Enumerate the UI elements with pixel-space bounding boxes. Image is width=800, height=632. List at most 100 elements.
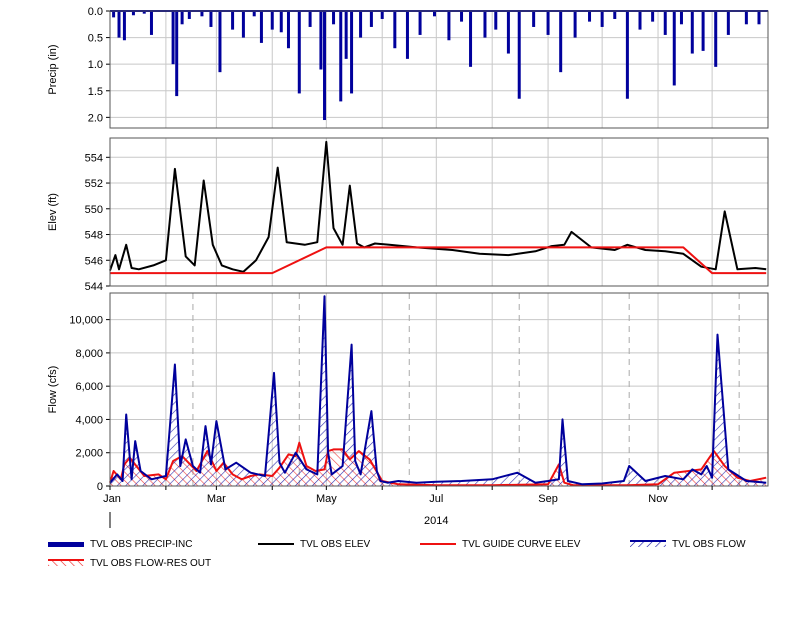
legend-swatch-guide-curve [420,543,456,545]
y-tick-label: 1.0 [88,59,103,71]
legend-item-precip: TVL OBS PRECIP-INC [48,536,192,552]
precip-bar [701,11,705,51]
y-tick-label: 1.5 [88,86,103,98]
legend-label-precip: TVL OBS PRECIP-INC [90,538,193,550]
legend-item-res-out: TVL OBS FLOW-RES OUT [48,555,211,571]
precip-bar [187,11,191,19]
precip-bar [339,11,343,102]
precip-bar [350,11,354,94]
y-tick-label: 550 [85,204,103,216]
precip-bar [469,11,473,67]
precip-bar [259,11,263,43]
precip-bar [757,11,761,25]
precip-bar [546,11,550,35]
precip-bar [359,11,363,38]
precip-bar [149,11,153,35]
y-tick-label: 6,000 [75,381,103,393]
precip-bar [726,11,730,35]
y-tick-label: 10,000 [69,315,103,327]
y-tick-label: 554 [85,152,103,164]
y-axis-title: Flow (cfs) [47,366,59,414]
precip-bar [270,11,274,30]
legend-label-guide-curve: TVL GUIDE CURVE ELEV [462,538,581,550]
x-tick-label: May [316,493,337,505]
x-axis-year-label: 2014 [424,515,448,527]
y-tick-label: 0.0 [88,6,103,18]
precip-bar [494,11,498,30]
precip-bar [279,11,283,33]
precip-bar [286,11,290,49]
legend-label-obs-flow: TVL OBS FLOW [672,538,746,550]
precip-bar [380,11,384,19]
precip-bar [122,11,126,41]
precip-bar [506,11,510,54]
y-tick-label: 552 [85,178,103,190]
y-tick-label: 4,000 [75,414,103,426]
precip-bar [405,11,409,59]
precip-bar [600,11,604,27]
y-tick-label: 0.5 [88,33,103,45]
precip-bar [332,11,336,25]
precip-bar [418,11,422,35]
y-tick-label: 546 [85,255,103,267]
precip-bar [744,11,748,25]
y-tick-label: 8,000 [75,348,103,360]
legend-item-elev: TVL OBS ELEV [258,536,370,552]
y-tick-label: 544 [85,281,103,293]
precip-bar [344,11,348,59]
x-tick-label: Nov [648,493,668,505]
y-tick-label: 548 [85,230,103,242]
x-tick-label: Sep [538,493,558,505]
chart-canvas: 0.0 0.5 1.0 1.5 2.0 Precip (in) 544 546 548 550 55… [47,6,769,528]
plot-area-1 [110,11,768,128]
precip-bar [559,11,563,73]
precip-bar [241,11,245,38]
legend-swatch-obs-flow [630,540,666,547]
legend: TVL OBS PRECIP-INC TVL OBS ELEV TVL GUID… [0,534,800,594]
precip-bar [672,11,676,86]
precip-bar [180,11,184,25]
legend-item-guide-curve: TVL GUIDE CURVE ELEV [420,536,580,552]
legend-label-elev: TVL OBS ELEV [300,538,371,550]
precip-bar [663,11,667,35]
precip-bar [117,11,121,38]
y-tick-label: 2,000 [75,448,103,460]
legend-swatch-precip [48,541,84,547]
precip-bar [714,11,718,67]
legend-item-obs-flow: TVL OBS FLOW [630,536,746,552]
precip-bar [209,11,213,27]
precip-bar [483,11,487,38]
precip-bar [679,11,683,25]
precip-bar [517,11,521,99]
precip-bar [613,11,617,19]
hydrograph-figure: 0.0 0.5 1.0 1.5 2.0 Precip (in) 544 546 548 550 55… [0,0,800,627]
y-tick-label: 2.0 [88,112,103,124]
precip-bar [588,11,592,22]
y-tick-label: 0 [97,481,103,493]
legend-swatch-res-out [48,559,84,566]
precip-bar [175,11,179,97]
precip-bar [393,11,397,49]
precip-bar [319,11,323,70]
precip-bar [308,11,312,27]
precip-bar [638,11,642,30]
precip-bar [625,11,629,99]
x-tick-label: Mar [207,493,226,505]
y-axis-title: Elev (ft) [47,193,59,231]
precip-bar [369,11,373,27]
x-tick-label: Jan [103,493,121,505]
precip-bar [573,11,577,38]
precip-bar [297,11,301,94]
precip-bar [323,11,327,121]
precip-bar [171,11,175,65]
precip-bar [231,11,235,30]
precip-bar [447,11,451,41]
legend-label-res-out: TVL OBS FLOW-RES OUT [90,557,212,569]
x-tick-label: Jul [429,493,443,505]
precip-bar [460,11,464,22]
precip-bar [218,11,222,73]
legend-swatch-elev [258,543,294,545]
precip-bar [532,11,536,27]
precip-bar [651,11,655,22]
y-axis-title: Precip (in) [47,44,59,94]
